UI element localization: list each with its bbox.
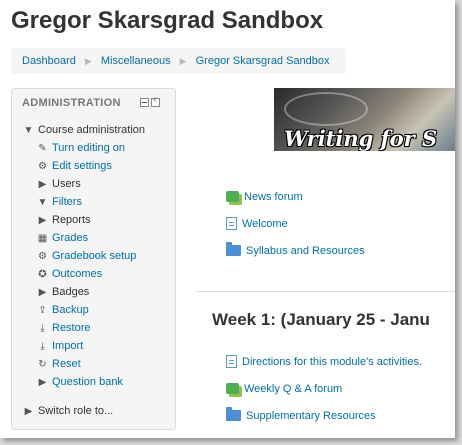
- nav-label: Badges: [52, 286, 90, 298]
- collapse-block-icon[interactable]: [140, 98, 149, 107]
- caret-right-icon: ▶: [38, 377, 47, 388]
- nav-label: Switch role to...: [38, 405, 114, 417]
- nav-label: Turn editing on: [52, 142, 125, 154]
- section-divider: [196, 291, 455, 292]
- dock-block-icon[interactable]: [151, 94, 160, 107]
- nav-grades[interactable]: ▦ Grades: [36, 229, 88, 247]
- breadcrumb-miscellaneous[interactable]: Miscellaneous: [101, 55, 171, 67]
- nav-label: Reports: [52, 214, 91, 226]
- activity-supplementary-resources[interactable]: Supplementary Resources: [226, 406, 376, 425]
- activity-welcome[interactable]: Welcome: [226, 215, 288, 233]
- caret-right-icon: ▶: [38, 215, 47, 226]
- nav-import[interactable]: ⤓ Import: [36, 337, 83, 355]
- nav-label: Filters: [52, 196, 82, 208]
- block-header: ADMINISTRATION: [22, 97, 121, 109]
- activity-link[interactable]: Weekly Q & A forum: [244, 383, 342, 395]
- caret-right-icon: ▶: [38, 287, 47, 298]
- folder-icon: [226, 241, 241, 256]
- reset-icon: ↻: [38, 359, 47, 370]
- breadcrumb-separator-icon: ▶: [84, 56, 92, 66]
- nav-outcomes[interactable]: ✪ Outcomes: [36, 265, 102, 283]
- forum-icon: [226, 190, 239, 202]
- gear-icon: ⚙: [38, 251, 47, 262]
- gear-icon: ⚙: [38, 161, 47, 172]
- forum-icon: [226, 382, 239, 394]
- nav-users[interactable]: ▶ Users: [36, 175, 81, 193]
- course-page: Gregor Skarsgrad Sandbox Dashboard ▶ Mis…: [0, 0, 455, 438]
- breadcrumb-separator-icon: ▶: [179, 56, 187, 66]
- nav-label: Question bank: [52, 376, 123, 388]
- nav-reports[interactable]: ▶ Reports: [36, 211, 91, 229]
- activity-link[interactable]: Syllabus and Resources: [246, 245, 365, 257]
- activity-link[interactable]: News forum: [244, 191, 303, 203]
- breadcrumb-course[interactable]: Gregor Skarsgrad Sandbox: [196, 55, 330, 67]
- pencil-icon: ✎: [38, 143, 47, 154]
- download-icon: ⤓: [40, 323, 45, 334]
- nav-question-bank[interactable]: ▶ Question bank: [36, 373, 123, 391]
- activity-directions[interactable]: Directions for this module's activities.: [226, 353, 422, 371]
- activity-link[interactable]: Supplementary Resources: [246, 410, 376, 422]
- nav-switch-role[interactable]: ▶ Switch role to...: [22, 402, 114, 420]
- nav-label: Import: [52, 340, 84, 352]
- section-heading: Week 1: (January 25 - Janu: [212, 310, 430, 329]
- nav-restore[interactable]: ⤓ Restore: [36, 319, 91, 337]
- table-icon: ▦: [37, 233, 48, 244]
- nav-label: Course administration: [38, 124, 145, 136]
- nav-label: Restore: [52, 322, 91, 334]
- caret-right-icon: ▶: [24, 406, 33, 417]
- nav-label: Grades: [52, 232, 89, 244]
- download-icon: ⤓: [40, 341, 45, 352]
- course-banner-image: Writing for S: [274, 88, 455, 151]
- nav-label: Backup: [52, 304, 89, 316]
- nav-label: Edit settings: [52, 160, 112, 172]
- breadcrumb-dashboard[interactable]: Dashboard: [22, 55, 76, 67]
- nav-badges[interactable]: ▶ Badges: [36, 283, 90, 301]
- banner-text: Writing for S: [284, 126, 438, 151]
- activity-link[interactable]: Welcome: [242, 218, 288, 230]
- administration-block: ADMINISTRATION ▼ Course administration ✎ T…: [11, 88, 176, 430]
- page-icon: [226, 216, 237, 230]
- nav-backup[interactable]: ⇪ Backup: [36, 301, 89, 319]
- nav-gradebook-setup[interactable]: ⚙ Gradebook setup: [36, 247, 136, 265]
- caret-down-icon: ▼: [23, 125, 34, 136]
- upload-icon: ⇪: [38, 305, 47, 316]
- nav-label: Users: [52, 178, 81, 190]
- nav-label: Gradebook setup: [52, 250, 137, 262]
- filter-icon: ▼: [37, 197, 48, 208]
- nav-label: Outcomes: [52, 268, 103, 280]
- outcomes-icon: ✪: [38, 269, 47, 280]
- activity-weekly-qa-forum[interactable]: Weekly Q & A forum: [226, 380, 342, 398]
- activity-link[interactable]: Directions for this module's activities.: [242, 356, 422, 368]
- nav-turn-editing-on[interactable]: ✎ Turn editing on: [36, 139, 125, 157]
- nav-filters[interactable]: ▼ Filters: [36, 193, 82, 211]
- activity-news-forum[interactable]: News forum: [226, 188, 303, 206]
- folder-icon: [226, 406, 241, 421]
- page-icon: [226, 354, 237, 368]
- nav-label: Reset: [52, 358, 81, 370]
- nav-edit-settings[interactable]: ⚙ Edit settings: [36, 157, 112, 175]
- nav-reset[interactable]: ↻ Reset: [36, 355, 81, 373]
- activity-syllabus[interactable]: Syllabus and Resources: [226, 241, 365, 260]
- caret-right-icon: ▶: [38, 179, 47, 190]
- page-title: Gregor Skarsgrad Sandbox: [11, 7, 324, 34]
- breadcrumb: Dashboard ▶ Miscellaneous ▶ Gregor Skars…: [11, 48, 346, 74]
- nav-course-administration[interactable]: ▼ Course administration: [22, 121, 145, 139]
- course-content: Writing for S News forum Welcome Syllabu…: [196, 88, 455, 438]
